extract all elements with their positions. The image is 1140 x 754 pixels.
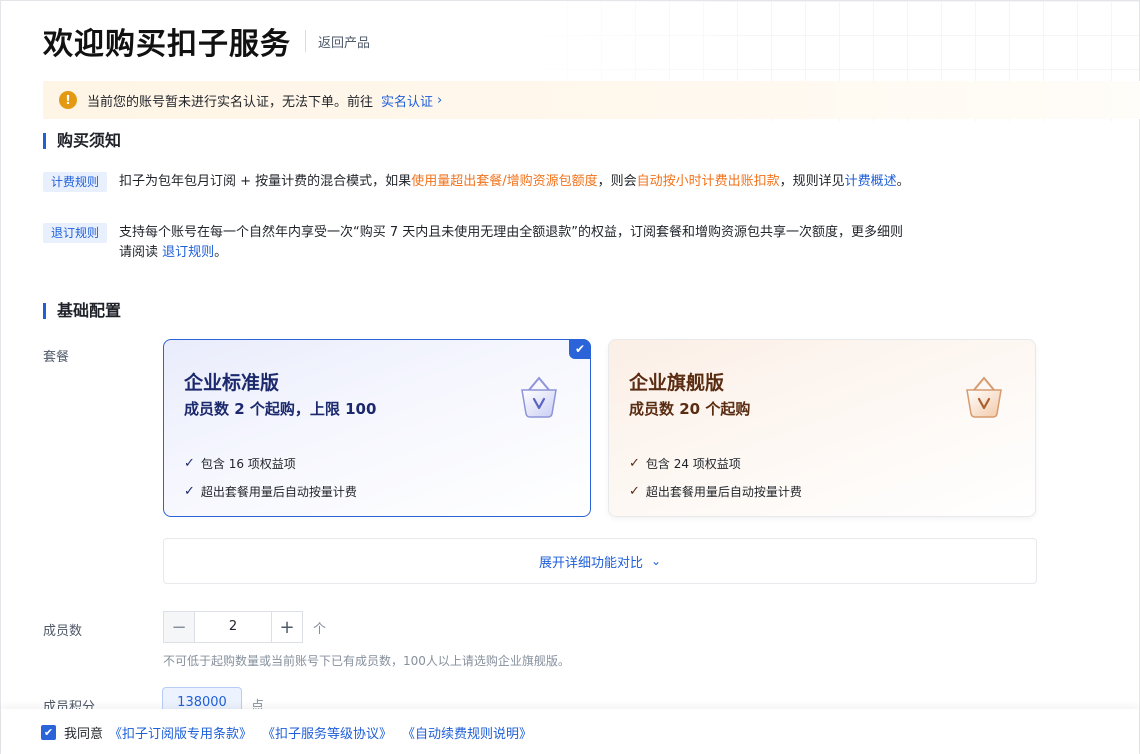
alert-text: 当前您的账号暂未进行实名认证，无法下单。前往 [87, 94, 374, 110]
selected-check-icon: ✔ [569, 339, 591, 359]
billing-text-end: 。 [896, 174, 910, 189]
agree-checkbox[interactable]: ✔ [41, 724, 56, 740]
refund-rule-text: 支持每个账号在每一个自然年内享受一次“购买 7 天内且未使用无理由全额退款”的权… [119, 223, 911, 263]
billing-rule-text: 扣子为包年包月订阅 + 按量计费的混合模式，如果使用量超出套餐/增购资源包额度，… [119, 172, 911, 192]
basket-icon [966, 376, 1002, 418]
warning-icon: ! [59, 91, 77, 109]
billing-text-2: ，则会 [597, 174, 637, 189]
plan-feature: ✓ 包含 24 项权益项 [629, 453, 1015, 473]
members-unit: 个 [313, 621, 327, 637]
service-level-agreement-link[interactable]: 《扣子服务等级协议》 [262, 723, 392, 742]
members-label: 成员数 [43, 624, 83, 639]
expand-label: 展开详细功能对比 [538, 555, 643, 571]
refund-text: 支持每个账号在每一个自然年内享受一次“购买 7 天内且未使用无理由全额退款”的权… [119, 225, 904, 260]
agree-text: 我同意 [64, 726, 104, 742]
check-icon: ✓ [629, 455, 640, 471]
check-icon: ✓ [184, 483, 195, 499]
expand-feature-comparison-button[interactable]: 展开详细功能对比 ⌄ [163, 538, 1037, 584]
subscription-terms-link[interactable]: 《扣子订阅版专用条款》 [109, 723, 252, 742]
chevron-down-icon: ⌄ [650, 554, 662, 568]
check-icon: ✓ [184, 455, 195, 471]
agreement-footer: ✔ 我同意 《扣子订阅版专用条款》 《扣子服务等级协议》 《自动续费规则说明》 [1, 709, 1139, 754]
chevron-right-icon[interactable]: › [437, 93, 442, 108]
refund-rule-link[interactable]: 退订规则 [162, 245, 214, 260]
members-hint: 不可低于起购数量或当前账号下已有成员数，100人以上请选购企业旗舰版。 [163, 654, 570, 668]
billing-text-1: 扣子为包年包月订阅 + 按量计费的混合模式，如果 [119, 174, 412, 189]
refund-rule-row: 退订规则 支持每个账号在每一个自然年内享受一次“购买 7 天内且未使用无理由全额… [43, 223, 911, 263]
plan-features: ✓ 包含 24 项权益项 ✓ 超出套餐用量后自动按量计费 [629, 453, 1015, 501]
basic-config-title: 基础配置 [43, 303, 121, 319]
basket-icon [521, 376, 557, 418]
billing-rule-row: 计费规则 扣子为包年包月订阅 + 按量计费的混合模式，如果使用量超出套餐/增购资… [43, 172, 911, 192]
increment-button[interactable]: + [271, 611, 303, 643]
plan-card-enterprise-standard[interactable]: ✔ 企业标准版 成员数 2 个起购，上限 100 ✓ 包含 16 项权益项 ✓ 超出… [163, 339, 591, 517]
billing-overview-link[interactable]: 计费概述 [845, 174, 897, 189]
purchase-notice-title: 购买须知 [43, 133, 121, 149]
refund-rule-tag: 退订规则 [43, 223, 108, 243]
page-title: 欢迎购买扣子服务 [43, 27, 291, 62]
members-stepper: − 2 + 个 [163, 611, 326, 643]
billing-text-3: ，规则详见 [779, 174, 845, 189]
plan-feature: ✓ 超出套餐用量后自动按量计费 [629, 481, 1015, 501]
header-divider [305, 30, 306, 52]
back-to-product-link[interactable]: 返回产品 [318, 32, 370, 51]
feature-text: 包含 16 项权益项 [200, 456, 296, 471]
auto-renewal-rules-link[interactable]: 《自动续费规则说明》 [402, 723, 532, 742]
page-header: 欢迎购买扣子服务 返回产品 [43, 19, 370, 63]
billing-highlight-hourly: 自动按小时计费出账扣款 [636, 174, 780, 189]
billing-highlight-overage: 使用量超出套餐/增购资源包额度 [411, 174, 598, 189]
plan-card-enterprise-flagship[interactable]: 企业旗舰版 成员数 20 个起购 ✓ 包含 24 项权益项 ✓ 超出套餐用量后自动按… [608, 339, 1036, 517]
billing-rule-tag: 计费规则 [43, 172, 108, 192]
plan-feature: ✓ 超出套餐用量后自动按量计费 [184, 481, 570, 501]
plan-label: 套餐 [43, 350, 70, 365]
plan-features: ✓ 包含 16 项权益项 ✓ 超出套餐用量后自动按量计费 [184, 453, 570, 501]
verify-identity-link[interactable]: 实名认证 [381, 91, 433, 110]
members-input[interactable]: 2 [195, 611, 271, 643]
check-icon: ✓ [629, 483, 640, 499]
feature-text: 包含 24 项权益项 [645, 456, 741, 471]
plan-feature: ✓ 包含 16 项权益项 [184, 453, 570, 473]
verification-alert: ! 当前您的账号暂未进行实名认证，无法下单。前往 实名认证 › [43, 81, 1140, 119]
decrement-button[interactable]: − [163, 611, 195, 643]
refund-text-end: 。 [214, 245, 228, 260]
feature-text: 超出套餐用量后自动按量计费 [645, 484, 802, 499]
feature-text: 超出套餐用量后自动按量计费 [200, 484, 357, 499]
